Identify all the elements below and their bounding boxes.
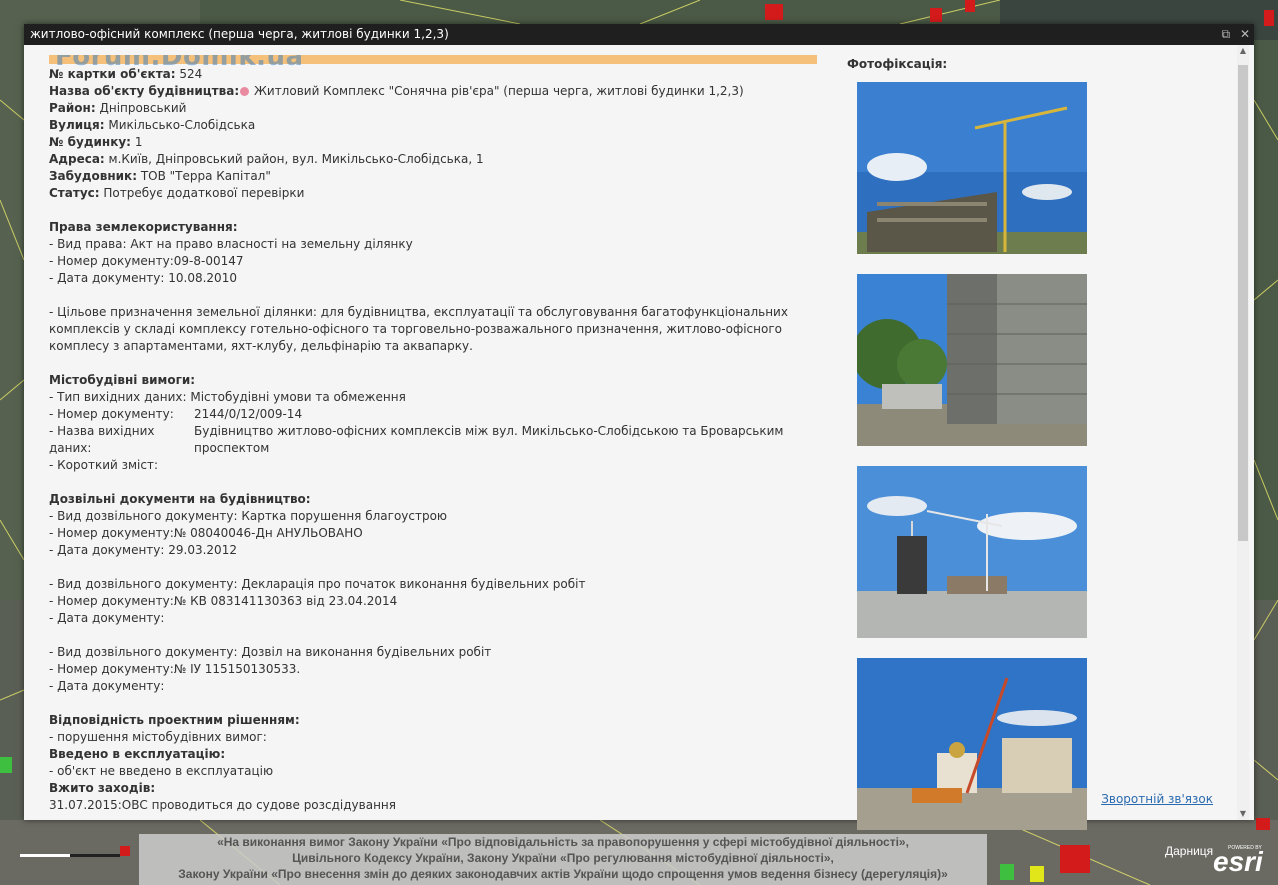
permit-2-type: - Вид дозвільного документу: Декларація … bbox=[49, 577, 586, 591]
address-label: Адреса: bbox=[49, 152, 105, 166]
street-value: Микільсько-Слобідська bbox=[108, 118, 256, 132]
urban-name-label: - Назва вихідних даних: bbox=[49, 424, 155, 455]
urban-num-value: 2144/0/12/009-14 bbox=[194, 407, 303, 421]
land-heading: Права землекористування: bbox=[49, 220, 238, 234]
permit-1-number: - Номер документу:№ 08040046-Дн АНУЛЬОВА… bbox=[49, 526, 363, 540]
scroll-down-arrow-icon[interactable]: ▼ bbox=[1237, 808, 1249, 820]
legal-banner: «На виконання вимог Закону України «Про … bbox=[139, 834, 987, 885]
object-details[interactable]: Forum.Domik.ua № картки об'єкта: 524 Наз… bbox=[49, 55, 817, 820]
developer-label: Забудовник: bbox=[49, 169, 137, 183]
photo-3[interactable] bbox=[857, 466, 1087, 638]
urban-type: - Тип вихідних даних: Містобудівні умови… bbox=[49, 390, 406, 404]
banner-line-1: «На виконання вимог Закону України «Про … bbox=[217, 835, 909, 849]
feedback-link[interactable]: Зворотній зв'язок bbox=[1101, 792, 1213, 806]
permit-1-type: - Вид дозвільного документу: Картка пору… bbox=[49, 509, 448, 523]
urban-name-value: Будівництво житлово-офісних комплексів м… bbox=[194, 424, 784, 455]
photo-2[interactable] bbox=[857, 274, 1087, 446]
compliance-heading: Відповідність проектним рішенням: bbox=[49, 713, 300, 727]
district-label: Район: bbox=[49, 101, 96, 115]
land-purpose: - Цільове призначення земельної ділянки:… bbox=[49, 305, 788, 353]
marker-dot-icon bbox=[240, 87, 250, 96]
street-label: Вулиця: bbox=[49, 118, 105, 132]
land-right-type: - Вид права: Акт на право власності на з… bbox=[49, 237, 413, 251]
permits-heading: Дозвільні документи на будівництво: bbox=[49, 492, 311, 506]
permit-1-date: - Дата документу: 29.03.2012 bbox=[49, 543, 237, 557]
popup-titlebar: житлово-офісний комплекс (перша черга, ж… bbox=[24, 24, 1254, 45]
commissioned-heading: Введено в експлуатацію: bbox=[49, 747, 226, 761]
banner-line-3: Закону України «Про внесення змін до дея… bbox=[178, 867, 948, 881]
permit-3-date: - Дата документу: bbox=[49, 679, 165, 693]
measures-heading: Вжито заходів: bbox=[49, 781, 156, 795]
esri-logo[interactable]: esri bbox=[1213, 846, 1263, 878]
scroll-thumb[interactable] bbox=[1238, 65, 1248, 541]
commissioned-value: - об'єкт не введено в експлуатацію bbox=[49, 764, 274, 778]
scroll-up-arrow-icon[interactable]: ▲ bbox=[1237, 45, 1249, 57]
measures-value: 31.07.2015:ОВС проводиться до судове роз… bbox=[49, 798, 396, 812]
object-info-popup: житлово-офісний комплекс (перша черга, ж… bbox=[24, 24, 1254, 830]
name-value: Житловий Комплекс "Сонячна рів'єра" (пер… bbox=[253, 84, 744, 98]
house-value: 1 bbox=[134, 135, 143, 149]
popup-title: житлово-офісний комплекс (перша черга, ж… bbox=[30, 27, 449, 41]
popup-content: Forum.Domik.ua № картки об'єкта: 524 Наз… bbox=[24, 45, 1254, 830]
banner-line-2: Цивільного Кодексу України, Закону Украї… bbox=[292, 851, 834, 865]
photo-1[interactable] bbox=[857, 82, 1087, 254]
developer-value: ТОВ "Терра Капітал" bbox=[140, 169, 271, 183]
district-value: Дніпровський bbox=[99, 101, 187, 115]
compliance-value: - порушення містобудівних вимог: bbox=[49, 730, 267, 744]
address-value: м.Київ, Дніпровський район, вул. Микільс… bbox=[108, 152, 484, 166]
restore-icon[interactable]: ⧉ bbox=[1222, 27, 1231, 41]
photo-panel: Фотофіксація: Зворотній зв'язок bbox=[847, 55, 1237, 830]
name-label: Назва об'єкту будівництва: bbox=[49, 84, 240, 98]
scale-bar bbox=[20, 846, 130, 857]
photo-title: Фотофіксація: bbox=[847, 57, 948, 71]
status-label: Статус: bbox=[49, 186, 100, 200]
land-doc-number: - Номер документу:09-8-00147 bbox=[49, 254, 244, 268]
permit-3-type: - Вид дозвільного документу: Дозвіл на в… bbox=[49, 645, 492, 659]
urban-summary: - Короткий зміст: bbox=[49, 458, 159, 472]
permit-2-number: - Номер документу:№ КВ 083141130363 від … bbox=[49, 594, 398, 608]
status-value: Потребує додаткової перевірки bbox=[103, 186, 305, 200]
house-label: № будинку: bbox=[49, 135, 131, 149]
close-icon[interactable]: ✕ bbox=[1240, 27, 1250, 41]
land-doc-date: - Дата документу: 10.08.2010 bbox=[49, 271, 237, 285]
urban-num-label: - Номер документу: bbox=[49, 407, 174, 421]
watermark: Forum.Domik.ua bbox=[55, 55, 304, 72]
popup-scrollbar[interactable]: ▲ ▼ bbox=[1237, 45, 1249, 820]
urban-heading: Містобудівні вимоги: bbox=[49, 373, 196, 387]
map-attribution: Дарниця bbox=[1165, 844, 1214, 858]
photo-4[interactable] bbox=[857, 658, 1087, 830]
permit-2-date: - Дата документу: bbox=[49, 611, 165, 625]
permit-3-number: - Номер документу:№ ІУ 115150130533. bbox=[49, 662, 301, 676]
